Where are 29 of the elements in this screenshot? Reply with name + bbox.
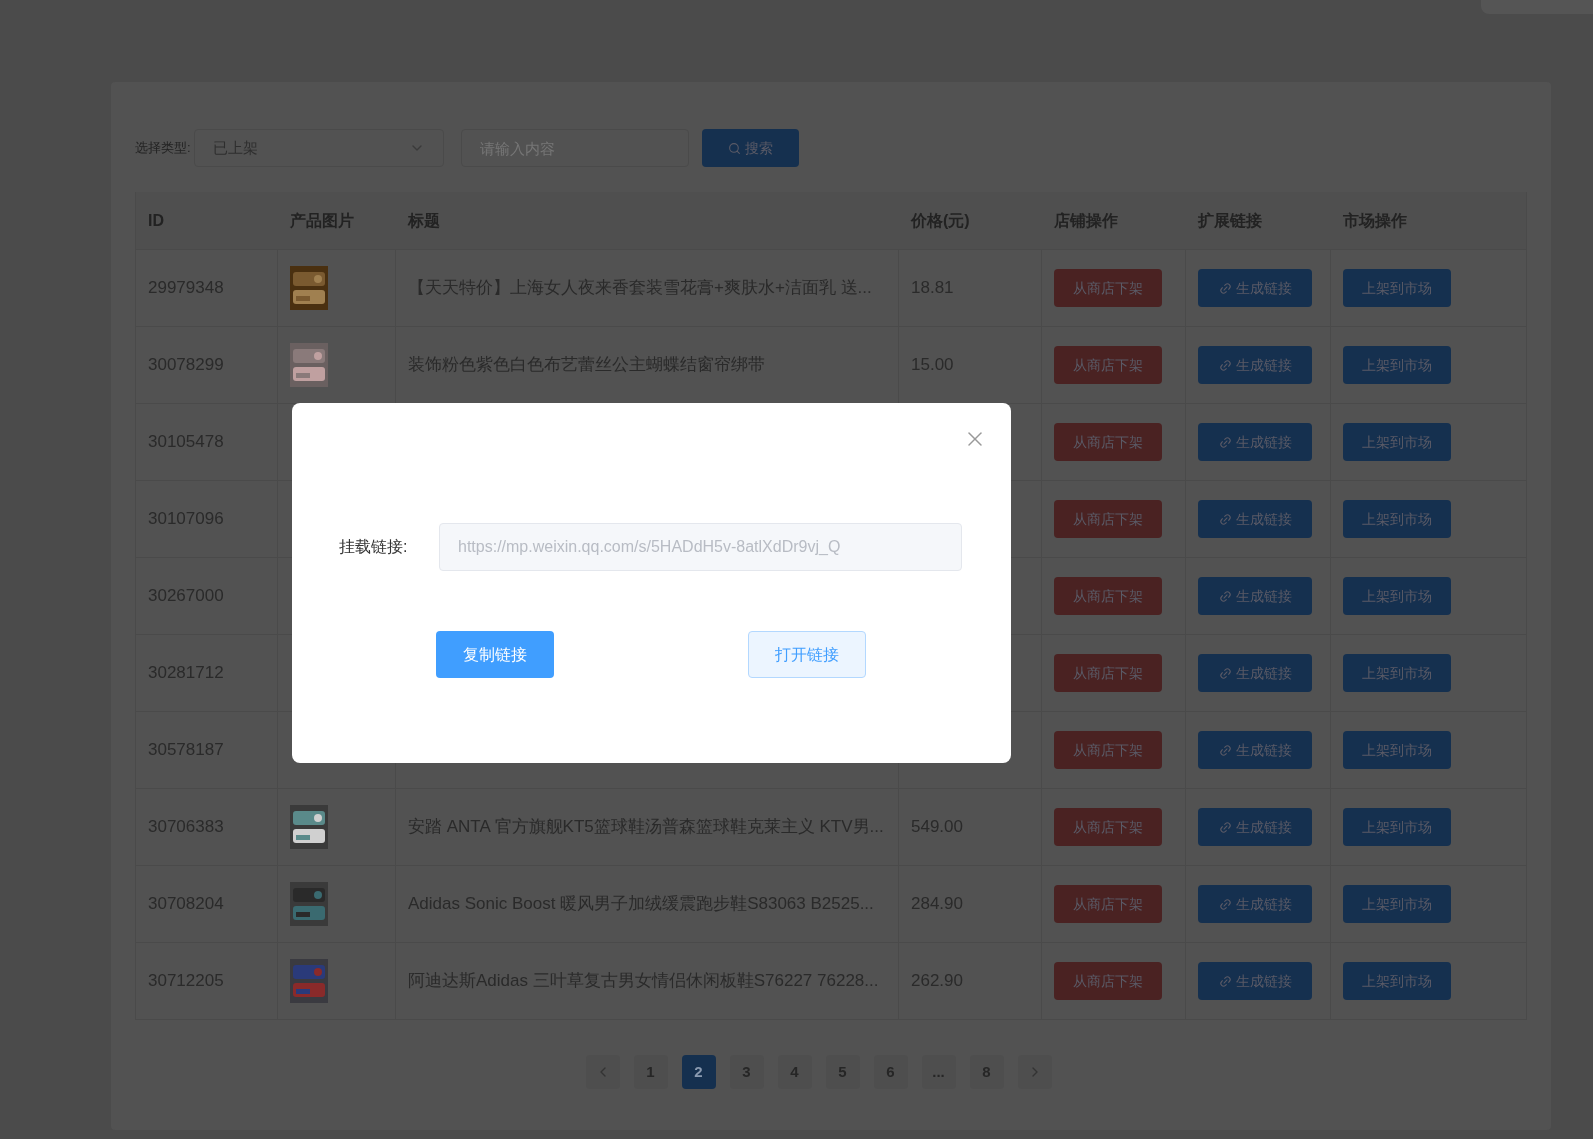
generate-link-button[interactable]: 生成链接 (1198, 808, 1312, 846)
generate-link-button[interactable]: 生成链接 (1198, 423, 1312, 461)
generate-link-button[interactable]: 生成链接 (1198, 654, 1312, 692)
remove-button[interactable]: 从商店下架 (1054, 500, 1162, 538)
remove-button[interactable]: 从商店下架 (1054, 577, 1162, 615)
next-page-button[interactable] (1017, 1055, 1052, 1089)
generate-link-button[interactable]: 生成链接 (1198, 500, 1312, 538)
remove-button[interactable]: 从商店下架 (1054, 269, 1162, 307)
open-link-button[interactable]: 打开链接 (748, 631, 866, 678)
remove-button[interactable]: 从商店下架 (1054, 962, 1162, 1000)
generate-link-button[interactable]: 生成链接 (1198, 731, 1312, 769)
remove-button[interactable]: 从商店下架 (1054, 654, 1162, 692)
remove-button[interactable]: 从商店下架 (1054, 731, 1162, 769)
search-button[interactable]: 搜索 (701, 129, 799, 167)
generate-link-button[interactable]: 生成链接 (1198, 346, 1312, 384)
remove-button[interactable]: 从商店下架 (1054, 346, 1162, 384)
previous-page-button[interactable] (585, 1055, 620, 1089)
remove-button[interactable]: 从商店下架 (1054, 808, 1162, 846)
remove-button[interactable]: 从商店下架 (1054, 423, 1162, 461)
generate-link-button[interactable]: 生成链接 (1198, 885, 1312, 923)
link-label: 挂载链接: (339, 537, 409, 557)
generate-link-button[interactable]: 生成链接 (1198, 269, 1312, 307)
generate-link-button[interactable]: 生成链接 (1198, 577, 1312, 615)
generate-link-button[interactable]: 生成链接 (1198, 962, 1312, 1000)
page-button[interactable]: 2 (681, 1055, 716, 1089)
remove-button[interactable]: 从商店下架 (1054, 885, 1162, 923)
page-button[interactable]: ... (921, 1055, 956, 1089)
copy-link-button[interactable]: 复制链接 (436, 631, 554, 678)
search-icon (727, 141, 741, 155)
